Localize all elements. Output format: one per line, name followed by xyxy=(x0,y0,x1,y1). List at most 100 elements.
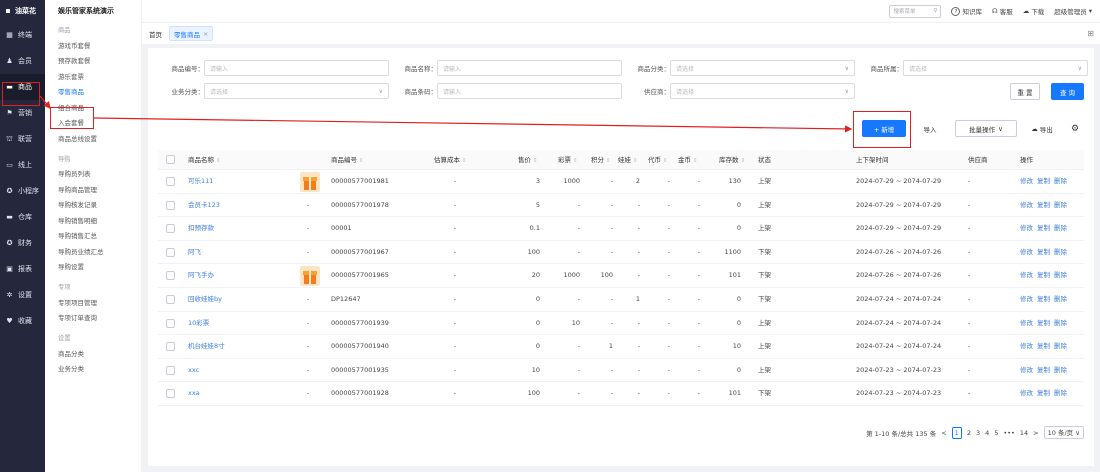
row-action-copy[interactable]: 复制 xyxy=(1037,382,1050,406)
reset-button[interactable]: 重 置 xyxy=(1010,83,1040,100)
row-action-edit[interactable]: 修改 xyxy=(1020,217,1033,241)
row-action-copy[interactable]: 复制 xyxy=(1037,217,1050,241)
belong-select[interactable]: 请选择 ∨ xyxy=(903,60,1088,76)
settings-gear-icon[interactable]: ⚙ xyxy=(1068,120,1082,137)
row-action-delete[interactable]: 删除 xyxy=(1054,217,1067,241)
pager-page[interactable]: 1 xyxy=(951,426,962,439)
row-action-copy[interactable]: 复制 xyxy=(1037,170,1050,194)
menu-item[interactable]: 导购销售明细 xyxy=(45,212,141,228)
rail-item[interactable]: ⚑ 营销 xyxy=(0,100,45,126)
row-action-delete[interactable]: 删除 xyxy=(1054,264,1067,288)
rail-item[interactable]: ✪ 财务 xyxy=(0,230,45,256)
row-action-edit[interactable]: 修改 xyxy=(1020,382,1033,406)
row-checkbox[interactable] xyxy=(166,224,175,234)
row-action-copy[interactable]: 复制 xyxy=(1037,264,1050,288)
cell-name[interactable]: xxc xyxy=(188,359,199,383)
menu-item[interactable]: 专项订单查询 xyxy=(45,310,141,326)
rail-item[interactable]: ▬ 仓库 xyxy=(0,204,45,230)
row-action-edit[interactable]: 修改 xyxy=(1020,288,1033,312)
sort-icon[interactable]: ⇕ xyxy=(359,158,364,164)
add-button[interactable]: + 新增 xyxy=(862,120,906,137)
row-action-edit[interactable]: 修改 xyxy=(1020,170,1033,194)
rail-item[interactable]: ▣ 报表 xyxy=(0,256,45,282)
supplier-select[interactable]: 请选择 ∨ xyxy=(670,83,855,99)
row-checkbox[interactable] xyxy=(166,295,175,304)
row-action-edit[interactable]: 修改 xyxy=(1020,264,1033,288)
row-action-edit[interactable]: 修改 xyxy=(1020,359,1033,383)
pager-ellipsis[interactable]: ••• xyxy=(1003,429,1015,437)
row-action-delete[interactable]: 删除 xyxy=(1054,194,1067,218)
sort-icon[interactable]: ⇕ xyxy=(462,158,467,164)
pager-page[interactable]: 2 xyxy=(967,429,971,437)
row-action-edit[interactable]: 修改 xyxy=(1020,241,1033,265)
menu-item[interactable]: 游乐套票 xyxy=(45,68,141,84)
rail-item[interactable]: ♟ 会员 xyxy=(0,48,45,74)
rail-item[interactable]: ▬ 商品 xyxy=(0,74,45,100)
table-row[interactable]: 机台娃娃8寸 - 00000577001940 - 0 - 1 - - - 10 上架 2024-07-… xyxy=(158,335,1084,359)
rail-item[interactable]: ♥ 收藏 xyxy=(0,308,45,334)
close-icon[interactable]: × xyxy=(203,30,208,38)
row-action-copy[interactable]: 复制 xyxy=(1037,312,1050,336)
cell-name[interactable]: 10彩票 xyxy=(188,312,209,336)
tab-retail-goods[interactable]: 零售商品 × xyxy=(169,26,214,41)
row-action-delete[interactable]: 删除 xyxy=(1054,359,1067,383)
row-action-delete[interactable]: 删除 xyxy=(1054,312,1067,336)
sort-icon[interactable]: ⇕ xyxy=(216,158,221,164)
menu-item[interactable]: 游戏币套餐 xyxy=(45,37,141,53)
row-action-delete[interactable]: 删除 xyxy=(1054,335,1067,359)
column-header[interactable]: 金币 ⇕ xyxy=(678,150,698,170)
column-header[interactable]: 库存数 ⇕ xyxy=(719,150,745,170)
pager-page[interactable]: 5 xyxy=(994,429,998,437)
row-action-delete[interactable]: 删除 xyxy=(1054,241,1067,265)
pager-page[interactable]: 3 xyxy=(976,429,980,437)
row-checkbox[interactable] xyxy=(166,342,175,352)
row-action-copy[interactable]: 复制 xyxy=(1037,288,1050,312)
query-button[interactable]: 查 询 xyxy=(1051,83,1084,100)
row-action-edit[interactable]: 修改 xyxy=(1020,194,1033,218)
menu-item[interactable]: 组合商品 xyxy=(45,99,141,115)
rail-item[interactable]: ▦ 终端 xyxy=(0,22,45,48)
row-action-delete[interactable]: 删除 xyxy=(1054,382,1067,406)
name-input[interactable]: 请输入 xyxy=(437,60,622,76)
cell-name[interactable]: 会员卡123 xyxy=(188,194,220,218)
rail-item[interactable]: ⛫ 联营 xyxy=(0,126,45,152)
row-checkbox[interactable] xyxy=(166,389,175,399)
row-action-copy[interactable]: 复制 xyxy=(1037,335,1050,359)
table-row[interactable]: 扣预存款 - 00001 - 0.1 - - - - - 0 上架 2024-07-29 ~ 2074-… xyxy=(158,217,1084,241)
batch-ops-dropdown[interactable]: 批量操作 ∨ xyxy=(955,120,1017,137)
import-button[interactable]: 导入 xyxy=(918,120,942,137)
row-action-edit[interactable]: 修改 xyxy=(1020,335,1033,359)
page-size-select[interactable]: 10 条/页 ∨ xyxy=(1043,426,1084,439)
export-button[interactable]: ☁ 导出 xyxy=(1025,120,1059,137)
column-header[interactable]: 商品编号 ⇕ xyxy=(331,150,364,170)
table-row[interactable]: 阿飞手办 00000577001965 - 20 1000 100 - - - 101 下架 2024… xyxy=(158,264,1084,288)
row-checkbox[interactable] xyxy=(166,318,175,328)
column-header[interactable]: 娃娃 ⇕ xyxy=(618,150,638,170)
menu-search-input[interactable]: 搜索菜单 ⚲ xyxy=(889,4,942,18)
table-row[interactable]: 会员卡123 - 00000577001978 - 5 - - - - - 0 上架 2024-07-2… xyxy=(158,194,1084,218)
row-action-copy[interactable]: 复制 xyxy=(1037,359,1050,383)
row-checkbox[interactable] xyxy=(166,247,175,257)
table-row[interactable]: 阿飞 - 00000577001967 - 100 - - - - - 1100 下架 2024-07-… xyxy=(158,241,1084,265)
menu-item[interactable]: 导购员列表 xyxy=(45,166,141,182)
column-header[interactable]: 彩票 ⇕ xyxy=(558,150,578,170)
table-row[interactable]: 回收娃娃by - DP12647 - 0 - - 1 - - 0 下架 2024-07-24 ~ 207… xyxy=(158,288,1084,312)
row-action-delete[interactable]: 删除 xyxy=(1054,170,1067,194)
cell-name[interactable]: xxa xyxy=(188,382,200,406)
user-menu[interactable]: 超级管理员 ▾ xyxy=(1054,6,1092,16)
row-action-edit[interactable]: 修改 xyxy=(1020,312,1033,336)
menu-item[interactable]: 预存款套餐 xyxy=(45,53,141,69)
cell-name[interactable]: 回收娃娃by xyxy=(188,288,222,312)
biz-select[interactable]: 请选择 ∨ xyxy=(204,83,389,99)
table-row[interactable]: xxc - 00000577001935 - 10 - - - - - 0 上架 2024-07-23 … xyxy=(158,359,1084,383)
row-action-copy[interactable]: 复制 xyxy=(1037,194,1050,218)
menu-item[interactable]: 商品分类 xyxy=(45,345,141,361)
category-select[interactable]: 请选择 ∨ xyxy=(670,60,855,76)
rail-item[interactable]: ▭ 线上 xyxy=(0,152,45,178)
column-header[interactable]: 积分 ⇕ xyxy=(591,150,611,170)
service-link[interactable]: ☊ 客服 xyxy=(992,6,1013,16)
row-checkbox[interactable] xyxy=(166,200,175,210)
menu-item[interactable]: 导购员业绩汇总 xyxy=(45,243,141,259)
next-page-icon[interactable]: > xyxy=(1033,429,1038,437)
sort-icon[interactable]: ⇕ xyxy=(606,158,611,164)
